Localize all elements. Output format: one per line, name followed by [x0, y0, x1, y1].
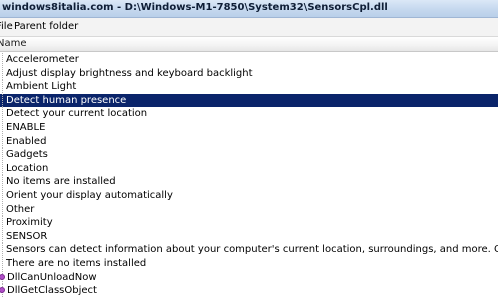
list-item-label: Other: [6, 204, 35, 215]
list-item-label: No items are installed: [6, 176, 116, 187]
list-item[interactable]: DllGetClassObject: [0, 284, 498, 297]
list-item[interactable]: Adjust display brightness and keyboard b…: [0, 67, 498, 80]
list-item-label: Detect your current location: [6, 108, 148, 119]
list-item-label: Detect human presence: [6, 95, 127, 106]
export-function-icon: [0, 274, 5, 280]
row-gutter: [0, 162, 3, 175]
list-item-label: Ambient Light: [6, 81, 77, 92]
column-header-name[interactable]: Name: [0, 37, 498, 52]
list-item[interactable]: Other: [0, 203, 498, 216]
export-function-icon: [0, 287, 5, 293]
list-item-label: DllCanUnloadNow: [7, 272, 97, 283]
list-item[interactable]: Enabled: [0, 135, 498, 148]
list-item[interactable]: Ambient Light: [0, 80, 498, 93]
row-gutter: [0, 189, 3, 202]
menu-file[interactable]: File: [0, 21, 13, 32]
row-gutter: [0, 94, 3, 107]
row-gutter: [0, 257, 3, 270]
row-gutter: [0, 230, 3, 243]
menu-parent-folder[interactable]: Parent folder: [14, 21, 78, 32]
window-title: windows8italia.com - D:\Windows-M1-7850\…: [2, 2, 388, 13]
column-header-label: Name: [0, 38, 27, 49]
list-item[interactable]: Gadgets: [0, 148, 498, 161]
list-item[interactable]: No items are installed: [0, 175, 498, 188]
row-gutter: [0, 107, 3, 120]
resource-viewer-window: windows8italia.com - D:\Windows-M1-7850\…: [0, 0, 498, 297]
list-item-label: Adjust display brightness and keyboard b…: [6, 68, 253, 79]
list-item[interactable]: Accelerometer: [0, 53, 498, 66]
list-item-label: Gadgets: [6, 149, 48, 160]
list-item-selected[interactable]: Detect human presence: [0, 94, 498, 107]
list-item-label: Enabled: [6, 136, 47, 147]
list-item[interactable]: DllCanUnloadNow: [0, 271, 498, 284]
list-item[interactable]: Sensors can detect information about you…: [0, 243, 498, 256]
row-gutter: [0, 175, 3, 188]
list-item-label: SENSOR: [6, 231, 48, 242]
list-item[interactable]: Detect your current location: [0, 107, 498, 120]
row-gutter: [0, 135, 3, 148]
row-gutter: [0, 53, 3, 66]
row-gutter: [0, 67, 3, 80]
list-item-label: Accelerometer: [6, 54, 79, 65]
row-gutter: [0, 121, 3, 134]
row-gutter: [0, 203, 3, 216]
row-gutter: [0, 80, 3, 93]
list-item-label: DllGetClassObject: [7, 285, 97, 296]
list-item-label: There are no items installed: [6, 258, 147, 269]
list-item[interactable]: There are no items installed: [0, 257, 498, 270]
list-item-label: Sensors can detect information about you…: [6, 244, 498, 255]
list-item-label: Proximity: [6, 217, 53, 228]
list-item-label: Location: [6, 163, 49, 174]
list-item[interactable]: Location: [0, 162, 498, 175]
list-item[interactable]: Proximity: [0, 216, 498, 229]
list-item-label: ENABLE: [6, 122, 46, 133]
list-item[interactable]: SENSOR: [0, 230, 498, 243]
title-bar[interactable]: windows8italia.com - D:\Windows-M1-7850\…: [0, 0, 498, 18]
row-gutter: [0, 148, 3, 161]
row-gutter: [0, 216, 3, 229]
string-list: Accelerometer Adjust display brightness a…: [0, 53, 498, 297]
list-item[interactable]: ENABLE: [0, 121, 498, 134]
row-gutter: [0, 243, 3, 256]
menu-bar: File Parent folder: [0, 18, 498, 37]
list-item[interactable]: Orient your display automatically: [0, 189, 498, 202]
list-item-label: Orient your display automatically: [6, 190, 173, 201]
